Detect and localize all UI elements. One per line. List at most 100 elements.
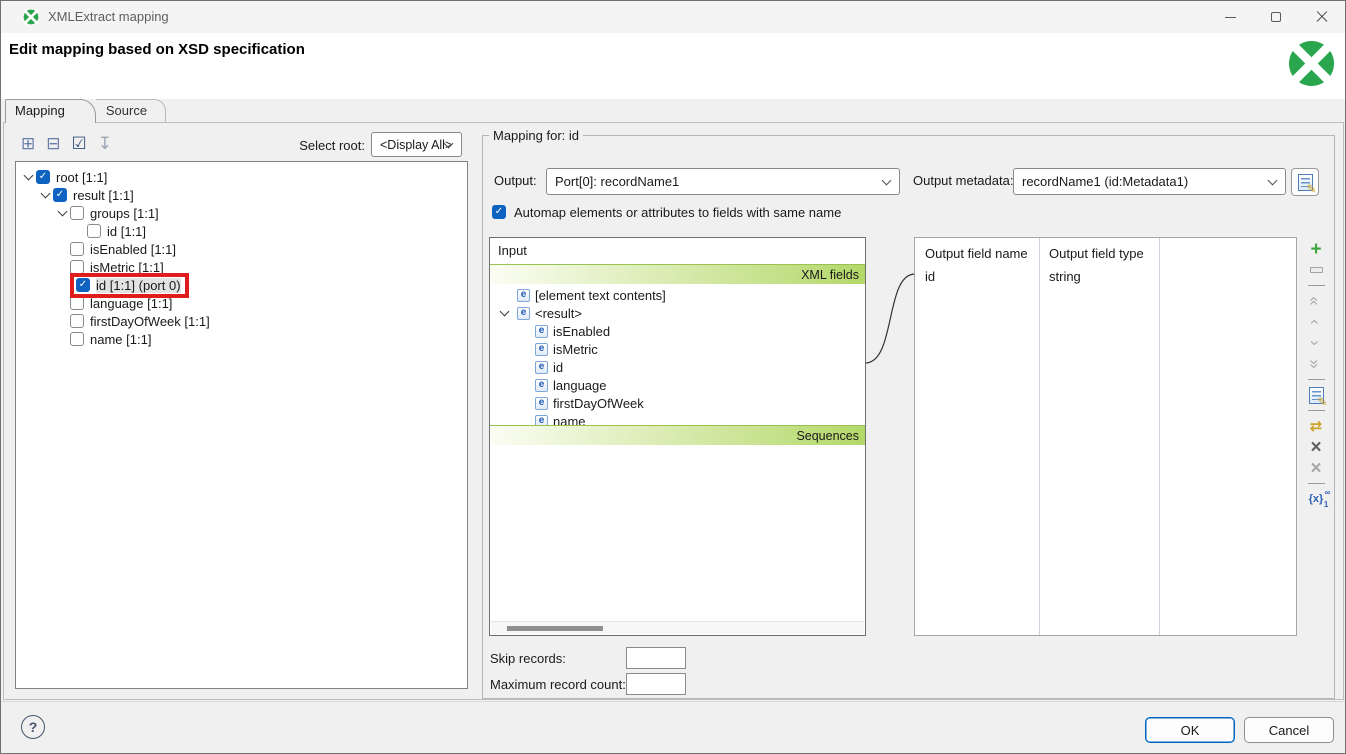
button-bar: ? OK Cancel [1, 701, 1345, 753]
close-icon [1316, 11, 1328, 23]
output-value: Port[0]: recordName1 [555, 174, 679, 189]
horizontal-scrollbar[interactable] [491, 621, 864, 634]
remove-all-mappings-icon[interactable]: × [1310, 458, 1321, 478]
input-item-label: isEnabled [553, 324, 610, 339]
tree-row-content: isEnabled [1:1] [70, 241, 179, 258]
xsd-tree-item[interactable]: firstDayOfWeek [1:1] [16, 312, 467, 330]
output-dropdown[interactable]: Port[0]: recordName1 [546, 168, 900, 195]
item-checkbox[interactable] [53, 188, 67, 202]
item-label: firstDayOfWeek [1:1] [90, 314, 210, 329]
chevron-down-icon[interactable] [20, 175, 36, 179]
select-root-value: <Display All> [380, 138, 452, 152]
column-header: Output field type [1049, 246, 1144, 261]
xsd-tree-item[interactable]: id [1:1] (port 0) [16, 276, 467, 294]
item-checkbox[interactable] [70, 296, 84, 310]
help-button[interactable]: ? [21, 715, 45, 739]
xsd-tree-item[interactable]: id [1:1] [16, 222, 467, 240]
item-checkbox[interactable] [70, 206, 84, 220]
input-tree-item[interactable]: elanguage [490, 376, 865, 394]
edit-metadata-icon [1298, 174, 1313, 191]
clover-logo [1288, 40, 1335, 87]
input-item-label: [element text contents] [535, 288, 666, 303]
cancel-button[interactable]: Cancel [1244, 717, 1334, 743]
item-checkbox[interactable] [70, 314, 84, 328]
move-down-icon[interactable]: › [1306, 340, 1326, 346]
add-field-icon[interactable]: + [1310, 239, 1321, 259]
xsd-tree-item[interactable]: root [1:1] [16, 168, 467, 186]
move-up-icon[interactable]: ‹ [1306, 319, 1326, 325]
automap-label: Automap elements or attributes to fields… [514, 205, 841, 220]
xsd-tree: root [1:1]result [1:1]groups [1:1]id [1:… [15, 161, 468, 689]
move-last-icon[interactable]: » [1306, 359, 1326, 368]
remove-mapping-icon[interactable]: × [1310, 437, 1321, 457]
item-checkbox[interactable] [70, 242, 84, 256]
locate-in-tree-icon[interactable]: ↧ [98, 135, 112, 152]
toolbar-separator [1308, 479, 1325, 488]
input-tree-item[interactable]: efirstDayOfWeek [490, 394, 865, 412]
cell-field-name: id [925, 269, 935, 284]
skip-records-label: Skip records: [490, 651, 566, 666]
check-selected-icon[interactable]: ☑ [72, 135, 87, 152]
item-checkbox[interactable] [87, 224, 101, 238]
xmlextract-mapping-dialog: XMLExtract mapping Edit mapping based on… [0, 0, 1346, 754]
item-checkbox[interactable] [76, 278, 90, 292]
input-tree-item[interactable]: e isEnabled [490, 322, 865, 340]
element-icon: e [535, 397, 548, 410]
edit-metadata-button[interactable] [1291, 168, 1319, 196]
xsd-tree-item[interactable]: result [1:1] [16, 186, 467, 204]
tab-mapping[interactable]: Mapping [5, 99, 96, 123]
output-metadata-dropdown[interactable]: recordName1 (id:Metadata1) [1013, 168, 1286, 195]
maximize-button[interactable] [1253, 1, 1299, 33]
chevron-down-icon[interactable] [37, 193, 53, 197]
item-checkbox[interactable] [70, 332, 84, 346]
element-icon: e [535, 379, 548, 392]
tree-row-content: root [1:1] [36, 169, 110, 186]
element-icon: e [517, 289, 530, 302]
page-title: Edit mapping based on XSD specification [9, 41, 305, 58]
input-tree-item[interactable]: eisMetric [490, 340, 865, 358]
chevron-down-icon[interactable] [496, 311, 512, 315]
move-first-icon[interactable]: « [1306, 296, 1326, 305]
question-icon: ? [29, 719, 38, 735]
element-icon: e [517, 307, 530, 320]
input-tree-item[interactable]: e<result> [490, 304, 865, 322]
automap-icon[interactable]: ⇄ [1310, 416, 1323, 436]
mapping-group-title: Mapping for: id [489, 128, 583, 143]
cell-field-type: string [1049, 269, 1081, 284]
tab-source[interactable]: Source [96, 99, 166, 122]
minimize-button[interactable] [1207, 1, 1253, 33]
select-root-dropdown[interactable]: <Display All> [371, 132, 462, 157]
select-root-label: Select root: [279, 138, 365, 153]
element-icon: e [535, 361, 548, 374]
collapse-all-icon[interactable]: ⊟ [46, 135, 60, 152]
edit-metadata-icon[interactable] [1309, 385, 1324, 405]
toolbar-separator [1308, 375, 1325, 384]
skip-records-input[interactable] [626, 647, 686, 669]
dialog-header: Edit mapping based on XSD specification [1, 33, 1345, 99]
ok-button[interactable]: OK [1145, 717, 1235, 743]
close-button[interactable] [1299, 1, 1345, 33]
input-tree-item[interactable]: e [element text contents] [490, 286, 865, 304]
item-checkbox[interactable] [36, 170, 50, 184]
chevron-down-icon[interactable] [54, 211, 70, 215]
sequences-label: Sequences [796, 429, 859, 443]
mapping-connection-curve [866, 237, 915, 636]
max-record-count-input[interactable] [626, 673, 686, 695]
input-item-label: id [553, 360, 563, 375]
xml-fields-band: XML fields [490, 264, 865, 284]
input-item-label: isMetric [553, 342, 598, 357]
xsd-tree-item[interactable]: name [1:1] [16, 330, 467, 348]
wildcard-mapping-icon[interactable]: {x}∞1 [1309, 489, 1324, 509]
input-tree-item[interactable]: eid [490, 358, 865, 376]
expand-all-icon[interactable]: ⊞ [21, 135, 35, 152]
item-label: id [1:1] (port 0) [96, 278, 181, 293]
column-header: Output field name [925, 246, 1028, 261]
sequences-band: Sequences [490, 425, 865, 445]
max-record-count-label: Maximum record count: [490, 677, 626, 692]
remove-field-icon[interactable] [1310, 260, 1323, 280]
xsd-tree-item[interactable]: groups [1:1] [16, 204, 467, 222]
xsd-tree-item[interactable]: isEnabled [1:1] [16, 240, 467, 258]
automap-checkbox[interactable] [492, 205, 506, 219]
scrollbar-thumb[interactable] [507, 626, 603, 631]
element-icon: e [535, 325, 548, 338]
